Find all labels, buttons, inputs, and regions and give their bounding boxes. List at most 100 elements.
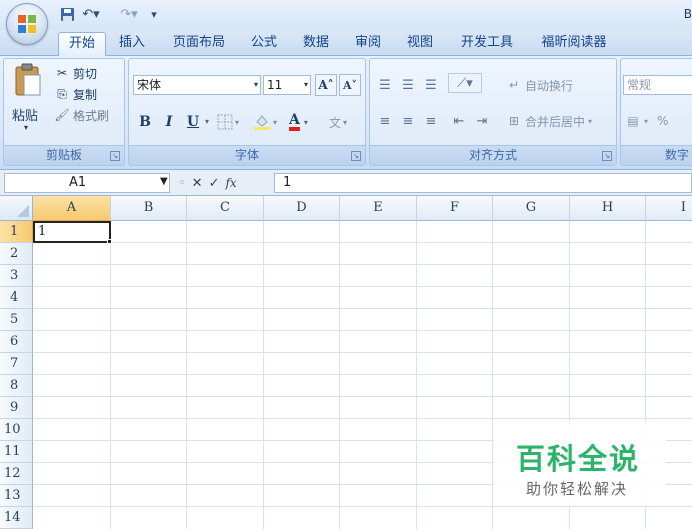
name-box-dropdown-icon[interactable]: ▼ <box>160 176 168 187</box>
row-header-1[interactable]: 1 <box>0 221 33 243</box>
borders-button[interactable]: ▾ <box>217 113 247 131</box>
cancel-entry-icon[interactable]: ✕ <box>192 176 203 191</box>
wrap-text-button[interactable]: ↵ 自动换行 <box>506 75 573 95</box>
percent-style-button[interactable]: % <box>657 114 668 128</box>
align-top-icon[interactable]: ☰ <box>374 75 396 95</box>
gridline <box>33 374 692 375</box>
customize-qat-icon[interactable]: ▾ <box>148 5 160 23</box>
copy-button[interactable]: ⎘ 复制 <box>54 84 97 104</box>
orientation-icon[interactable]: ⟋▾ <box>448 73 482 93</box>
font-name-value: 宋体 <box>137 78 162 92</box>
phonetic-icon: 文 <box>329 115 342 130</box>
increase-indent-icon[interactable]: ⇥ <box>471 111 493 131</box>
row-header-2[interactable]: 2 <box>0 243 33 265</box>
tab-developer[interactable]: 开发工具 <box>450 32 524 56</box>
paste-icon <box>15 63 41 96</box>
font-name-select[interactable]: 宋体 ▾ <box>133 75 261 95</box>
column-header-a[interactable]: A <box>33 196 111 221</box>
align-left-icon[interactable]: ≡ <box>374 111 396 131</box>
font-color-dropdown-icon: ▾ <box>303 117 308 127</box>
save-icon[interactable] <box>58 5 76 23</box>
column-header-g[interactable]: G <box>493 196 570 221</box>
tab-review[interactable]: 审阅 <box>346 32 390 56</box>
merge-center-label: 合并后居中 <box>525 114 586 129</box>
cell-a1[interactable]: 1 <box>33 221 111 243</box>
tab-page-layout[interactable]: 页面布局 <box>164 32 234 56</box>
office-button[interactable] <box>6 3 48 45</box>
fill-color-dropdown-icon: ▾ <box>273 117 278 127</box>
ribbon-tabs: 开始 插入 页面布局 公式 数据 审阅 视图 开发工具 福昕阅读器 <box>0 30 692 56</box>
merge-center-button[interactable]: ⊞ 合并后居中 ▾ <box>506 111 592 131</box>
gridline <box>110 221 111 529</box>
row-header-13[interactable]: 13 <box>0 485 33 507</box>
tab-foxit-reader[interactable]: 福昕阅读器 <box>532 32 616 56</box>
tab-insert[interactable]: 插入 <box>112 32 152 56</box>
insert-function-button[interactable]: fx <box>225 176 236 190</box>
fill-handle[interactable] <box>107 239 112 244</box>
column-header-h[interactable]: H <box>570 196 646 221</box>
align-center-icon[interactable]: ≡ <box>397 111 419 131</box>
shrink-font-button[interactable]: A˅ <box>339 74 361 96</box>
row-header-3[interactable]: 3 <box>0 265 33 287</box>
undo-icon[interactable]: ↶▾ <box>80 5 102 23</box>
font-color-button[interactable]: A ▾ <box>289 111 323 133</box>
format-painter-icon: 🖌 <box>54 108 70 122</box>
formula-bar: A1 ▼ ◦ ✕ ✓ fx 1 <box>0 170 692 196</box>
row-header-4[interactable]: 4 <box>0 287 33 309</box>
row-header-10[interactable]: 10 <box>0 419 33 441</box>
column-header-d[interactable]: D <box>264 196 340 221</box>
gridline <box>33 352 692 353</box>
tab-view[interactable]: 视图 <box>398 32 442 56</box>
decrease-indent-icon[interactable]: ⇤ <box>448 111 470 131</box>
row-header-7[interactable]: 7 <box>0 353 33 375</box>
fill-color-button[interactable]: ▾ <box>253 113 287 131</box>
bold-button[interactable]: B <box>135 111 155 133</box>
column-header-e[interactable]: E <box>340 196 417 221</box>
grow-font-icon: A˄ <box>318 78 334 92</box>
column-header-b[interactable]: B <box>111 196 187 221</box>
column-header-c[interactable]: C <box>187 196 264 221</box>
office-logo-icon <box>18 15 36 33</box>
clipboard-group-label: 剪贴板 <box>4 145 124 165</box>
align-bottom-icon[interactable]: ☰ <box>420 75 442 95</box>
number-format-select[interactable]: 常规 <box>623 75 692 95</box>
italic-button[interactable]: I <box>159 111 179 133</box>
alignment-launcher-icon[interactable]: ↘ <box>602 151 612 161</box>
tab-formulas[interactable]: 公式 <box>244 32 284 56</box>
tab-home[interactable]: 开始 <box>58 32 106 56</box>
format-painter-button[interactable]: 🖌 格式刷 <box>54 105 109 125</box>
align-middle-icon[interactable]: ☰ <box>397 75 419 95</box>
phonetic-button[interactable]: 文 ▾ <box>329 113 363 131</box>
row-header-14[interactable]: 14 <box>0 507 33 529</box>
redo-icon[interactable]: ↷▾ <box>118 5 140 23</box>
wrap-text-icon: ↵ <box>508 78 520 92</box>
font-group: 宋体 ▾ 11 ▾ A˄ A˅ B I U ▾ ▾ ▾ A ▾ 文 ▾ 字体 ↘ <box>128 58 366 166</box>
row-header-6[interactable]: 6 <box>0 331 33 353</box>
row-header-8[interactable]: 8 <box>0 375 33 397</box>
grow-font-button[interactable]: A˄ <box>315 74 337 96</box>
formula-input[interactable]: 1 <box>274 173 692 193</box>
column-header-i[interactable]: I <box>646 196 692 221</box>
font-size-select[interactable]: 11 ▾ <box>263 75 311 95</box>
shrink-font-icon: A˅ <box>342 78 358 92</box>
column-header-f[interactable]: F <box>417 196 493 221</box>
ribbon: 粘贴 ▾ ✂ 剪切 ⎘ 复制 🖌 格式刷 剪贴板 ↘ 宋体 ▾ 11 ▾ A˄ … <box>0 56 692 170</box>
confirm-entry-icon[interactable]: ✓ <box>209 176 220 191</box>
paste-button[interactable]: 粘贴 ▾ <box>8 61 48 141</box>
select-all-button[interactable] <box>0 196 33 221</box>
clipboard-launcher-icon[interactable]: ↘ <box>110 151 120 161</box>
row-header-5[interactable]: 5 <box>0 309 33 331</box>
font-launcher-icon[interactable]: ↘ <box>351 151 361 161</box>
tab-data[interactable]: 数据 <box>294 32 338 56</box>
cut-button[interactable]: ✂ 剪切 <box>54 63 97 83</box>
underline-button[interactable]: U <box>183 111 203 133</box>
name-box[interactable]: A1 <box>4 173 170 193</box>
row-header-12[interactable]: 12 <box>0 463 33 485</box>
align-right-icon[interactable]: ≡ <box>420 111 442 131</box>
accounting-format-button[interactable]: ▤ ▾ % <box>625 111 668 131</box>
row-header-9[interactable]: 9 <box>0 397 33 419</box>
merge-cells-icon: ⊞ <box>508 114 520 128</box>
gridline <box>33 330 692 331</box>
row-header-11[interactable]: 11 <box>0 441 33 463</box>
underline-dropdown-icon[interactable]: ▾ <box>205 117 209 126</box>
